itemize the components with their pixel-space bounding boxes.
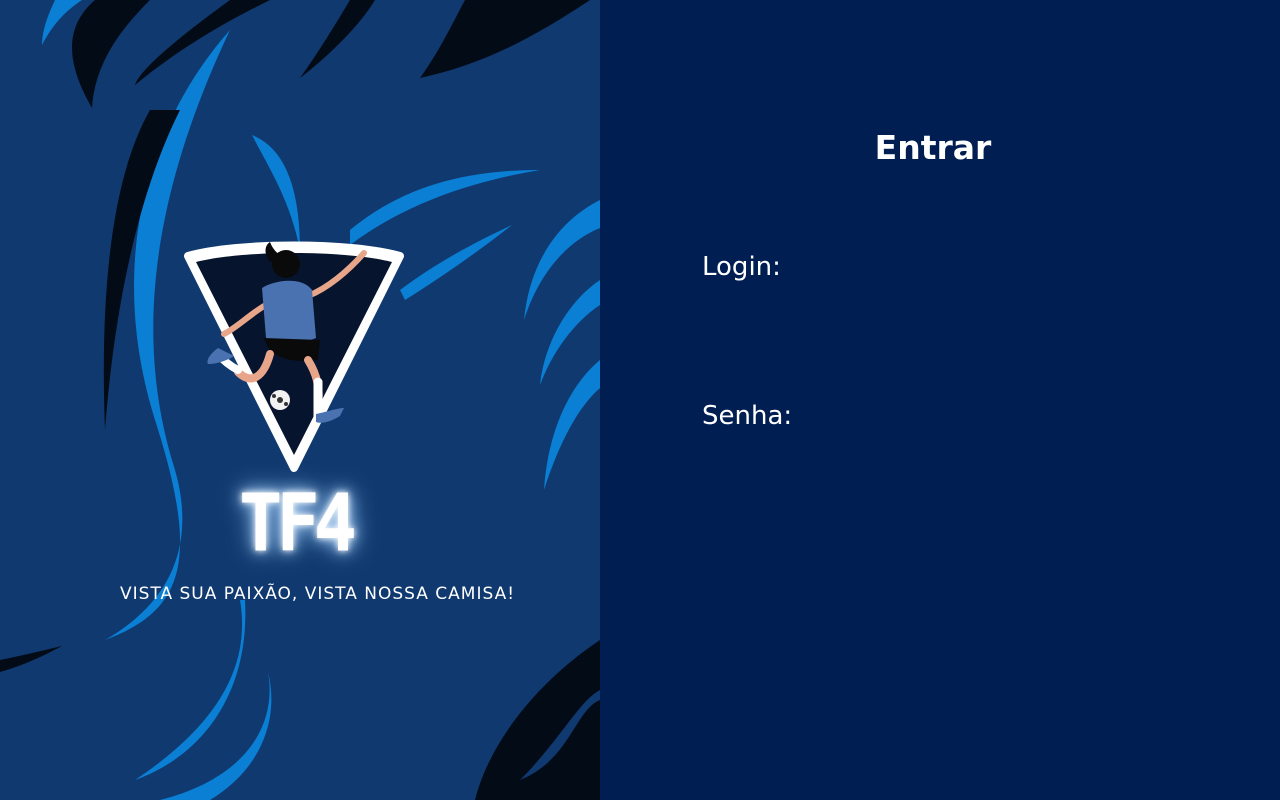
login-form-panel: Entrar Login: Senha:: [600, 0, 1280, 800]
login-page: TF4 VISTA SUA PAIXÃO, VISTA NOSSA CAMISA…: [0, 0, 1280, 800]
form-title: Entrar: [874, 128, 992, 167]
brand-tagline: VISTA SUA PAIXÃO, VISTA NOSSA CAMISA!: [119, 584, 516, 604]
shield-soccer-player-icon: [184, 241, 404, 472]
login-label: Login:: [702, 252, 781, 282]
brand-logo-text: TF4: [238, 476, 357, 570]
brand-panel: TF4 VISTA SUA PAIXÃO, VISTA NOSSA CAMISA…: [0, 0, 600, 800]
login-input[interactable]: [702, 296, 1172, 336]
senha-input[interactable]: [702, 445, 1172, 485]
senha-label: Senha:: [702, 401, 793, 431]
